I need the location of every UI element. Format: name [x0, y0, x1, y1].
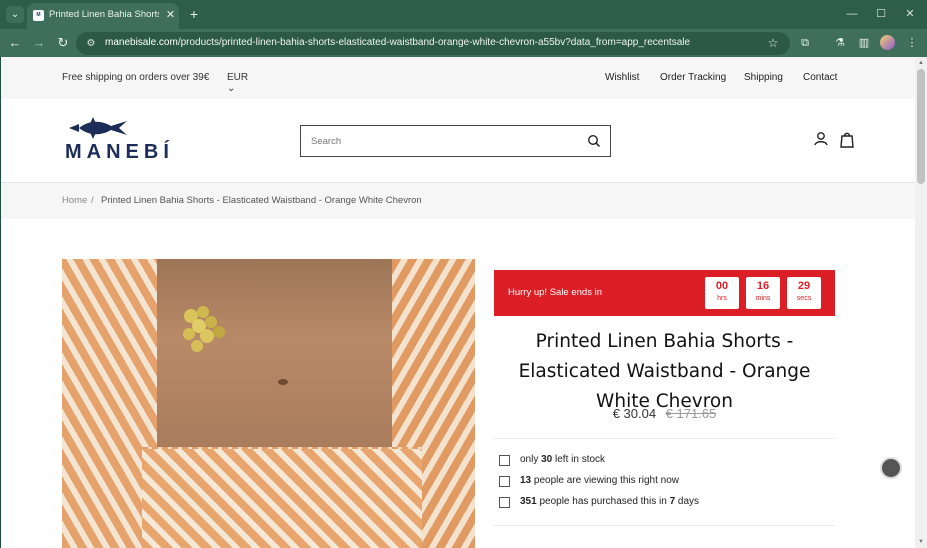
brand-logo[interactable]: MANEBÍ [62, 114, 190, 166]
address-bar[interactable]: ⚙ manebisale.com/products/printed-linen-… [76, 32, 790, 55]
cart-bag-icon[interactable] [839, 131, 855, 149]
countdown-hours-value: 00 [715, 280, 729, 292]
chat-widget-icon[interactable] [880, 457, 902, 479]
account-icon[interactable] [813, 131, 829, 149]
url-text[interactable]: manebisale.com/products/printed-linen-ba… [105, 37, 755, 51]
order-tracking-link[interactable]: Order Tracking [660, 72, 726, 86]
extensions-icon[interactable]: ⧉ [796, 34, 814, 52]
url-host: manebisale.com [105, 37, 178, 48]
breadcrumb: Home / Printed Linen Bahia Shorts - Elas… [1, 183, 915, 219]
site-info-icon[interactable]: ⚙ [85, 37, 97, 50]
search-icon[interactable] [587, 134, 601, 148]
side-panel-icon[interactable]: ▥ [855, 34, 873, 52]
logo-fish-icon [69, 117, 127, 139]
original-price: € 171.65 [665, 406, 717, 421]
sale-countdown-banner: Hurry up! Sale ends in 00 hrs 16 mins 29… [494, 270, 835, 316]
countdown-mins-unit: mins [755, 295, 771, 302]
page-scrollbar[interactable]: ▲ ▼ [915, 57, 927, 548]
forward-button[interactable]: → [30, 34, 48, 52]
browser-menu-icon[interactable]: ⋮ [903, 34, 921, 52]
stock-row: only 30 left in stock [499, 453, 829, 469]
countdown-secs: 29 secs [787, 277, 821, 309]
scroll-thumb[interactable] [917, 69, 925, 184]
site-favicon-icon: M [33, 10, 44, 21]
browser-tab[interactable]: M Printed Linen Bahia Shorts - El ✕ [27, 3, 179, 29]
tab-title: Printed Linen Bahia Shorts - El [49, 9, 159, 20]
sale-countdown-label: Hurry up! Sale ends in [508, 287, 602, 298]
countdown-secs-value: 29 [797, 280, 811, 292]
maximize-button[interactable]: ☐ [871, 5, 891, 23]
viewing-text: 13 people are viewing this right now [520, 475, 679, 486]
site-header: MANEBÍ [1, 99, 915, 183]
search-input[interactable] [311, 134, 571, 148]
purchased-text: 351 people has purchased this in 7 days [520, 496, 700, 507]
viewing-checkbox-icon [499, 476, 510, 487]
breadcrumb-home-link[interactable]: Home [62, 195, 87, 209]
search-box[interactable] [300, 125, 611, 157]
wishlist-link[interactable]: Wishlist [605, 72, 639, 86]
social-proof-list: only 30 left in stock 13 people are view… [494, 438, 835, 526]
product-image[interactable] [62, 259, 475, 548]
breadcrumb-separator: / [91, 195, 94, 206]
url-path: /products/printed-linen-bahia-shorts-ela… [177, 37, 691, 48]
chevron-down-icon: ⌄ [227, 83, 236, 94]
scroll-down-arrow-icon[interactable]: ▼ [917, 538, 925, 546]
viewing-row: 13 people are viewing this right now [499, 474, 829, 490]
reload-button[interactable]: ↻ [54, 34, 72, 52]
price-row: € 30.04 € 171.65 [494, 406, 835, 424]
breadcrumb-current: Printed Linen Bahia Shorts - Elasticated… [101, 195, 422, 206]
countdown-secs-unit: secs [796, 295, 812, 302]
countdown-mins: 16 mins [746, 277, 780, 309]
countdown-hours-unit: hrs [717, 295, 727, 302]
browser-toolbar: ← → ↻ ⚙ manebisale.com/products/printed-… [0, 29, 927, 57]
image-shorts [142, 449, 422, 548]
stock-checkbox-icon [499, 455, 510, 466]
page-viewport: Free shipping on orders over 39€ EUR ⌄ W… [1, 57, 915, 548]
close-tab-icon[interactable]: ✕ [164, 8, 177, 22]
scroll-up-arrow-icon[interactable]: ▲ [917, 59, 925, 67]
image-grapes [183, 306, 237, 354]
announcement-bar: Free shipping on orders over 39€ EUR ⌄ W… [1, 57, 915, 99]
shipping-link[interactable]: Shipping [744, 72, 783, 86]
free-shipping-note: Free shipping on orders over 39€ [62, 72, 210, 83]
tab-search-button[interactable]: ⌄ [6, 6, 24, 23]
sale-price: € 30.04 [612, 406, 657, 421]
currency-selector[interactable]: EUR ⌄ [227, 72, 259, 94]
profile-avatar[interactable] [880, 35, 895, 50]
purchased-checkbox-icon [499, 497, 510, 508]
contact-link[interactable]: Contact [803, 72, 837, 86]
currency-label: EUR [227, 72, 249, 83]
logo-wordmark: MANEBÍ [65, 141, 174, 163]
minimize-button[interactable]: — [842, 5, 862, 23]
back-button[interactable]: ← [6, 34, 24, 52]
bookmark-star-icon[interactable]: ☆ [766, 36, 780, 51]
purchased-row: 351 people has purchased this in 7 days [499, 495, 829, 511]
countdown-mins-value: 16 [756, 280, 770, 292]
labs-flask-icon[interactable]: ⚗ [831, 34, 849, 52]
countdown-hours: 00 hrs [705, 277, 739, 309]
image-torso [157, 259, 392, 459]
product-title: Printed Linen Bahia Shorts - Elasticated… [518, 331, 811, 412]
new-tab-button[interactable]: + [186, 6, 202, 22]
image-navel [278, 379, 288, 385]
browser-tab-bar: ⌄ M Printed Linen Bahia Shorts - El ✕ + … [0, 0, 927, 29]
stock-text: only 30 left in stock [520, 454, 606, 465]
close-window-button[interactable]: ✕ [900, 5, 920, 23]
